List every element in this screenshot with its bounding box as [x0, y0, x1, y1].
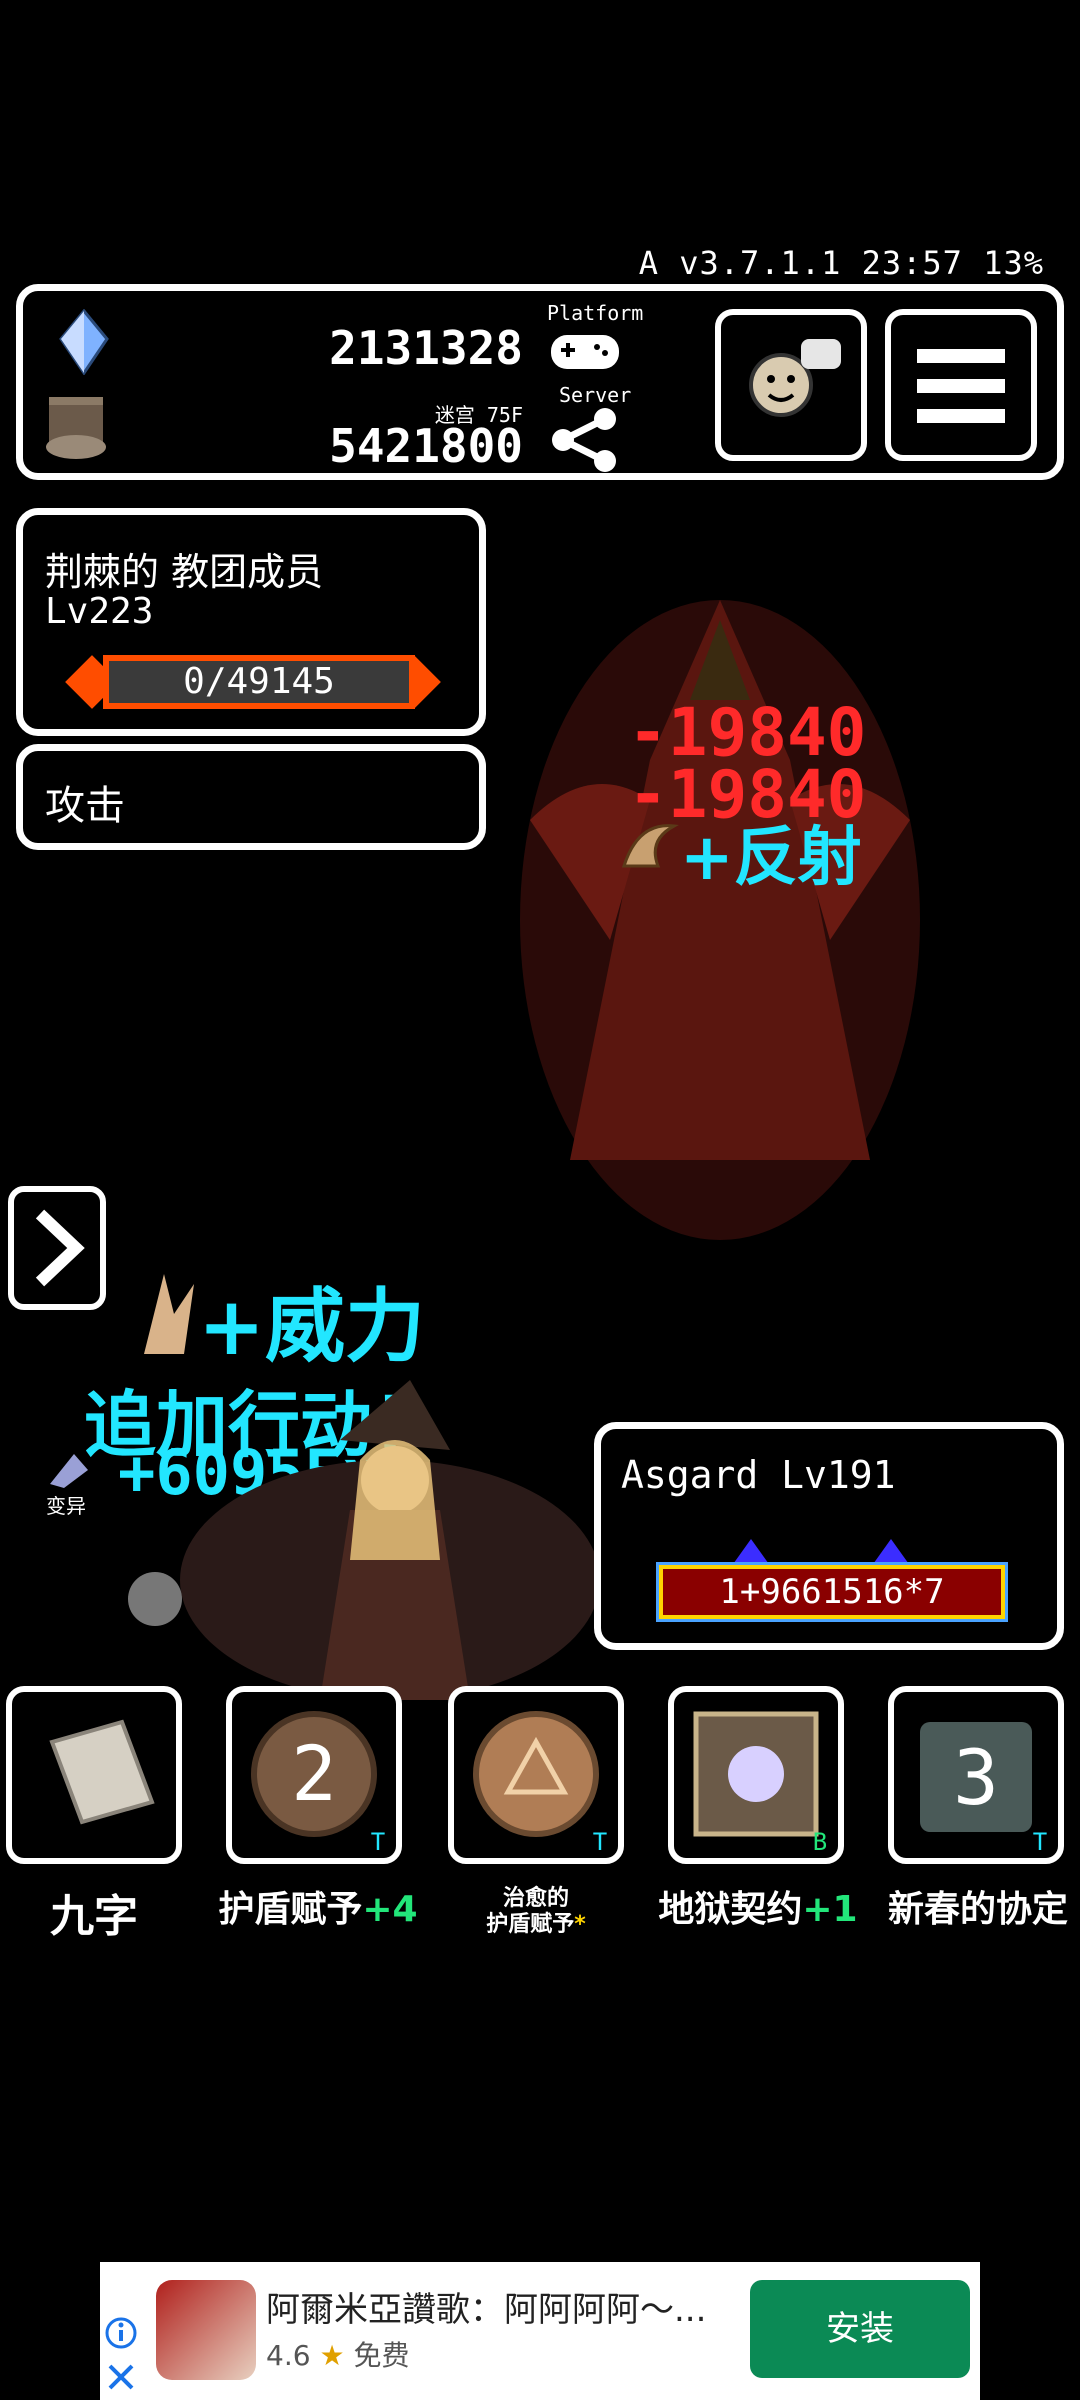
- enemy-name: 荆棘的 教团成员: [45, 550, 324, 594]
- action-panel[interactable]: 攻击: [16, 744, 486, 850]
- expand-button[interactable]: [8, 1186, 106, 1310]
- skill-label-2-bonus: +4: [362, 1889, 418, 1930]
- action-label: 攻击: [45, 783, 125, 829]
- skill-label-4-text: 地狱契约: [658, 1889, 803, 1930]
- app-icon: [156, 2280, 256, 2380]
- player-panel: Asgard Lv191 1+9661516*7: [594, 1422, 1064, 1650]
- shield-medallion-icon: 2 T: [251, 1711, 385, 1856]
- buff-arrow-icon-2: [871, 1539, 911, 1567]
- scroll-icon: [49, 1719, 155, 1825]
- svg-text:T: T: [1033, 1828, 1047, 1856]
- ad-price: 免费: [353, 2339, 410, 2372]
- enemy-sprite: [520, 600, 920, 1240]
- power-icon: [144, 1274, 194, 1354]
- skill-button-5[interactable]: 3 T: [888, 1686, 1064, 1864]
- hamburger-icon: [917, 349, 1005, 423]
- chevron-right-icon: [35, 1209, 85, 1287]
- enemy-panel: 荆棘的 教团成员 Lv223 0/49145: [16, 508, 486, 736]
- skill-label-3-bonus: *: [574, 1912, 586, 1937]
- mutation-icon: [50, 1454, 88, 1488]
- star-icon: ★: [319, 2339, 345, 2372]
- info-icon[interactable]: [104, 2316, 138, 2350]
- gold-count: 5421800: [329, 419, 523, 473]
- skill-button-2[interactable]: 2 T: [226, 1686, 402, 1864]
- svg-text:T: T: [593, 1828, 607, 1856]
- svg-text:2: 2: [291, 1729, 337, 1818]
- player-hp-bar: 1+9661516*7: [656, 1562, 1008, 1622]
- mutation-label: 变异: [46, 1494, 86, 1518]
- install-button[interactable]: 安装: [750, 2280, 970, 2378]
- chat-icon: [749, 339, 841, 417]
- player-name: Asgard Lv191: [621, 1453, 896, 1497]
- skill-button-3[interactable]: T: [448, 1686, 624, 1864]
- buff-arrow-icon-1: [731, 1539, 771, 1567]
- status-text: A v3.7.1.1 23:57 13%: [638, 244, 1044, 282]
- server-label: Server: [559, 383, 632, 407]
- close-icon[interactable]: [106, 2362, 136, 2392]
- ad-title: 阿爾米亞讚歌：阿阿阿阿～...: [266, 2290, 707, 2330]
- skill-label-2: 护盾赋予+4: [208, 1880, 428, 1932]
- skill-label-5: 新春的协定: [887, 1889, 1068, 1930]
- ad-rating: 4.6: [266, 2339, 311, 2372]
- power-text: +威力: [198, 1280, 426, 1373]
- gem-icon: [59, 309, 109, 375]
- svg-text:3: 3: [953, 1733, 999, 1822]
- menu-button[interactable]: [885, 309, 1037, 461]
- enemy-hp-bar: 0/49145: [103, 655, 415, 709]
- hell-contract-icon: B: [693, 1711, 827, 1856]
- reflect-text: +反射: [680, 821, 862, 895]
- ad-meta: 4.6 ★ 免费: [266, 2334, 409, 2374]
- new-year-pact-icon: 3 T: [920, 1722, 1047, 1856]
- joystick-knob[interactable]: [128, 1572, 182, 1626]
- skill-label-3-line1: 治愈的: [502, 1886, 569, 1911]
- share-icon[interactable]: [549, 405, 619, 475]
- dungeon-icon: [46, 397, 106, 459]
- skill-button-4[interactable]: B: [668, 1686, 844, 1864]
- svg-text:B: B: [813, 1828, 827, 1856]
- reflect-icon: [621, 824, 679, 868]
- skill-label-4-bonus: +1: [802, 1889, 858, 1930]
- skill-label-2-text: 护盾赋予: [218, 1889, 363, 1930]
- enemy-level: Lv223: [45, 591, 154, 632]
- svg-text:T: T: [371, 1828, 385, 1856]
- platform-label: Platform: [547, 301, 644, 325]
- ad-banner[interactable]: 阿爾米亞讚歌：阿阿阿阿～... 4.6 ★ 免费 安装: [100, 2262, 980, 2400]
- gamepad-icon[interactable]: [547, 327, 623, 375]
- skill-label-3: 治愈的 护盾赋予*: [454, 1886, 618, 1938]
- skill-label-3-line2: 护盾赋予: [486, 1912, 575, 1937]
- player-sprite: [180, 1380, 600, 1700]
- skill-button-1[interactable]: [6, 1686, 182, 1864]
- skill-label-4: 地狱契约+1: [648, 1880, 868, 1932]
- chat-button[interactable]: [715, 309, 867, 461]
- gem-count: 2131328: [329, 321, 523, 375]
- healing-medallion-icon: T: [473, 1711, 607, 1856]
- skill-label-1: 九字: [50, 1891, 138, 1942]
- top-hud: 2131328 迷宫 75F 5421800 Platform Server: [16, 284, 1064, 480]
